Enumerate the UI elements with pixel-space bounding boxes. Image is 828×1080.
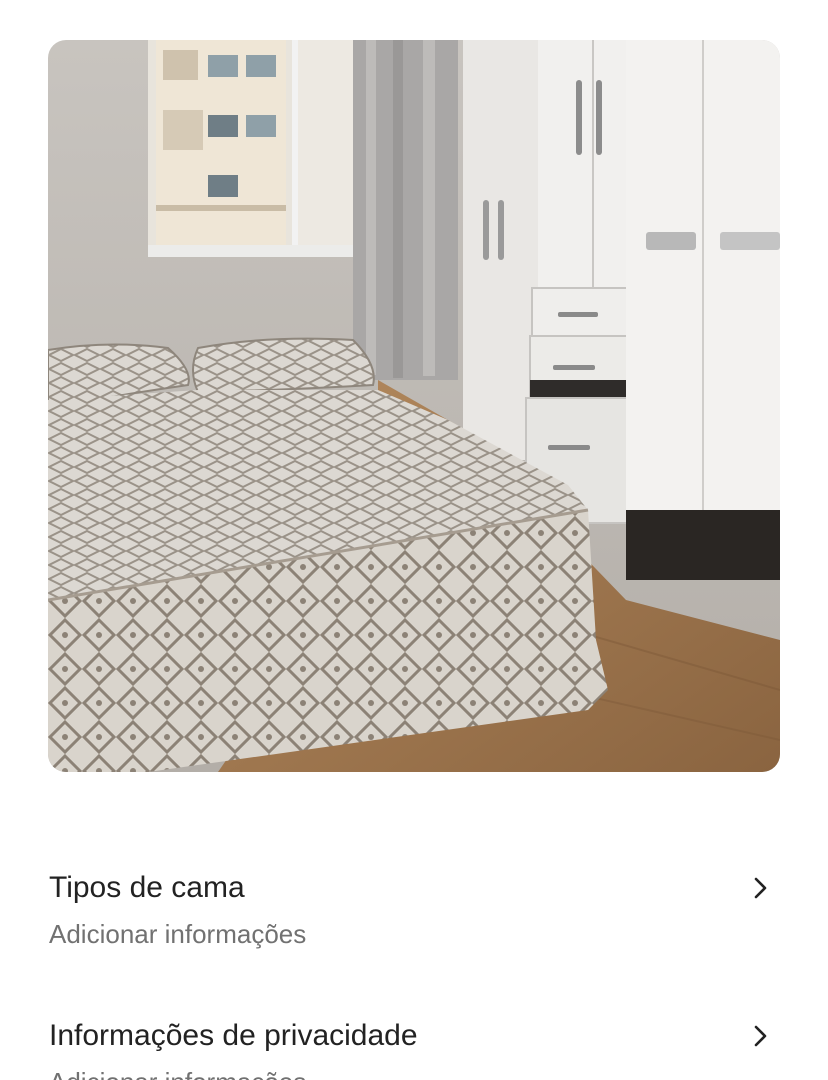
- bedroom-photo-image: [48, 40, 780, 772]
- room-detail-page: Tipos de cama Adicionar informações Info…: [0, 0, 828, 1080]
- privacy-info-subtitle: Adicionar informações: [49, 1066, 306, 1080]
- room-photo[interactable]: [48, 40, 780, 772]
- chevron-right-icon: [754, 1025, 767, 1047]
- bed-types-subtitle: Adicionar informações: [49, 919, 307, 949]
- privacy-info-row[interactable]: Informações de privacidade Adicionar inf…: [48, 1018, 780, 1080]
- chevron-right-icon: [754, 877, 767, 899]
- privacy-info-title: Informações de privacidade: [49, 1019, 418, 1052]
- bed-types-title: Tipos de cama: [49, 871, 245, 904]
- bed-types-row[interactable]: Tipos de cama Adicionar informações: [48, 870, 780, 960]
